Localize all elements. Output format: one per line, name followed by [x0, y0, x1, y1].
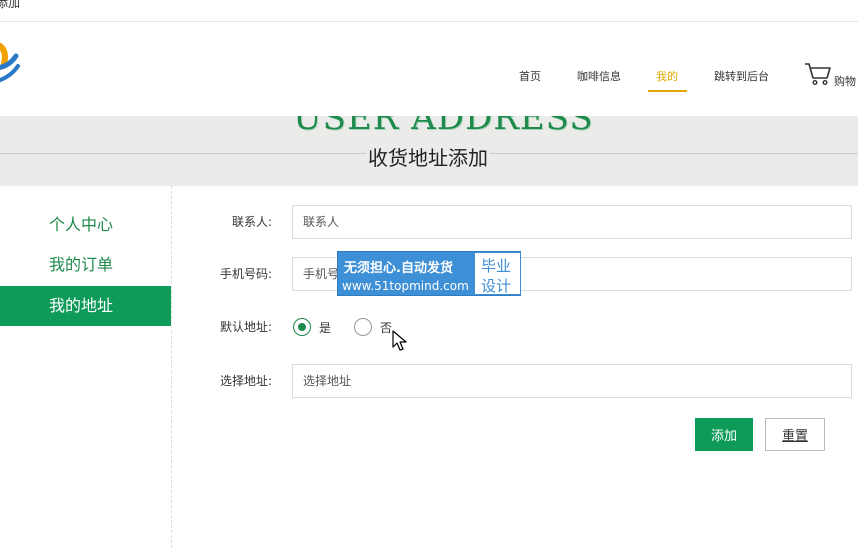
top-strip-text: 添加: [0, 0, 21, 10]
page-banner: USER ADDRESS 收货地址添加: [0, 116, 858, 186]
phone-label: 手机号码:: [219, 267, 272, 281]
watermark-box-line1: 毕业: [481, 257, 512, 275]
nav-item-coffee-info[interactable]: 咖啡信息: [577, 68, 621, 84]
cart-icon[interactable]: [804, 62, 832, 86]
nav-active-underline: [648, 90, 687, 92]
nav-item-home[interactable]: 首页: [519, 68, 541, 84]
site-header: 首页 咖啡信息 我的 跳转到后台 购物: [0, 22, 858, 116]
browser-top-strip: 添加: [0, 0, 858, 22]
default-label: 默认地址:: [219, 320, 272, 334]
default-yes-radio[interactable]: [293, 318, 311, 336]
contact-input[interactable]: [292, 205, 852, 239]
banner-english-title: USER ADDRESS: [293, 116, 594, 138]
watermark-badge: 无须担心.自动发货 www.51topmind.com 毕业 设计: [337, 251, 521, 296]
nav-item-mine[interactable]: 我的: [656, 68, 678, 84]
address-label: 选择地址:: [219, 374, 272, 388]
page-title: 收货地址添加: [366, 142, 490, 171]
watermark-box-line2: 设计: [481, 277, 512, 295]
default-yes-label: 是: [319, 321, 332, 335]
nav-item-admin[interactable]: 跳转到后台: [714, 68, 769, 84]
address-input[interactable]: [292, 364, 852, 398]
watermark-line1: 无须担心.自动发货: [344, 261, 453, 276]
default-no-label: 否: [380, 321, 393, 335]
site-logo-icon[interactable]: [0, 38, 20, 88]
add-button[interactable]: 添加: [695, 418, 753, 451]
watermark-url: www.51topmind.com: [342, 279, 469, 293]
default-no-radio[interactable]: [354, 318, 372, 336]
mouse-cursor-icon: [392, 330, 407, 351]
cart-label[interactable]: 购物: [834, 73, 856, 89]
contact-label: 联系人:: [231, 215, 272, 229]
reset-button[interactable]: 重置: [765, 418, 825, 451]
watermark-box: 毕业 设计: [474, 252, 521, 295]
